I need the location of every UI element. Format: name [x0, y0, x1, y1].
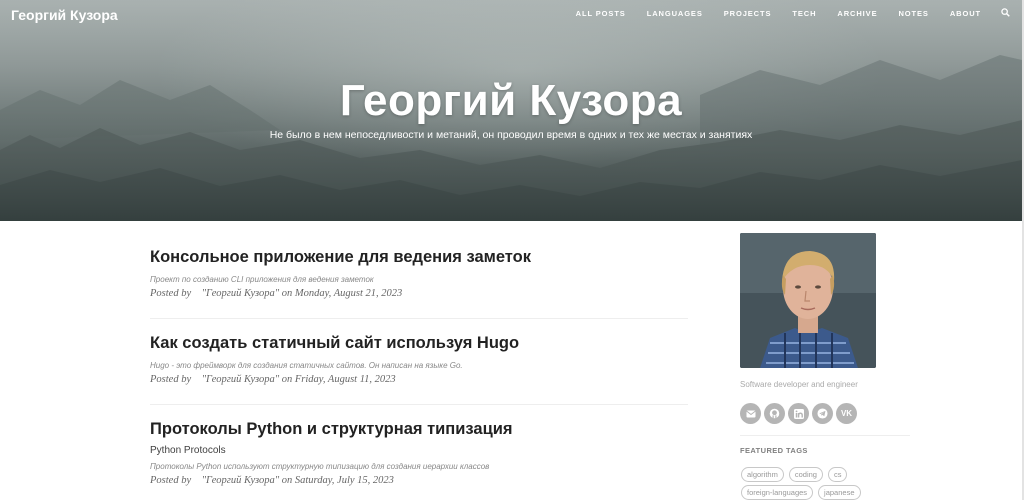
- vk-icon[interactable]: VK: [836, 403, 857, 424]
- post-meta: Posted by "Георгий Кузора" on Saturday, …: [150, 475, 688, 486]
- post-author: "Георгий Кузора": [201, 374, 280, 385]
- tag-coding[interactable]: coding: [788, 467, 823, 482]
- post-date: Monday, August 21, 2023: [294, 288, 403, 299]
- posted-by-label: Posted by: [150, 475, 192, 486]
- hero-header: Георгий Кузора ALL POSTS LANGUAGES PROJE…: [0, 0, 1022, 221]
- post-excerpt: Hugo - это фреймворк для создания статич…: [150, 361, 463, 370]
- posted-by-label: Posted by: [150, 374, 192, 385]
- post-author: "Георгий Кузора": [201, 288, 280, 299]
- post-date: Friday, August 11, 2023: [294, 374, 396, 385]
- post-excerpt: Протоколы Python используют структурную …: [150, 462, 490, 471]
- tag-cs[interactable]: cs: [827, 467, 848, 482]
- post-on-label: on: [281, 374, 293, 385]
- post-author: "Георгий Кузора": [201, 475, 280, 486]
- site-brand-link[interactable]: Георгий Кузора: [11, 7, 118, 23]
- author-avatar: [740, 233, 876, 368]
- email-icon[interactable]: [740, 403, 761, 424]
- post-date: Saturday, July 15, 2023: [294, 475, 394, 486]
- post-on-label: on: [281, 475, 293, 486]
- tag-foreign-languages[interactable]: foreign-languages: [741, 485, 814, 500]
- post-title-link[interactable]: Как создать статичный сайт используя Hug…: [150, 334, 688, 353]
- post-preview: Консольное приложение для ведения замето…: [150, 248, 688, 299]
- post-preview: Протоколы Python и структурная типизация…: [150, 420, 688, 486]
- post-subtitle: Python Protocols: [150, 445, 226, 456]
- post-excerpt: Проект по созданию CLI приложения для ве…: [150, 275, 374, 284]
- nav-archive[interactable]: ARCHIVE: [837, 9, 877, 18]
- nav-languages[interactable]: LANGUAGES: [647, 9, 703, 18]
- featured-tags-list: algorithm coding cs foreign-languages ja…: [741, 467, 916, 500]
- post-meta: Posted by "Георгий Кузора" on Friday, Au…: [150, 374, 688, 385]
- nav-about[interactable]: ABOUT: [950, 9, 981, 18]
- tag-algorithm[interactable]: algorithm: [741, 467, 784, 482]
- author-description: Software developer and engineer: [740, 380, 858, 389]
- sidebar-divider: [740, 435, 910, 436]
- posted-by-label: Posted by: [150, 288, 192, 299]
- author-photo: [740, 233, 876, 368]
- post-meta: Posted by "Георгий Кузора" on Monday, Au…: [150, 288, 688, 299]
- nav-notes[interactable]: NOTES: [898, 9, 928, 18]
- top-navbar: Георгий Кузора ALL POSTS LANGUAGES PROJE…: [0, 0, 1022, 28]
- nav-tech[interactable]: TECH: [792, 9, 816, 18]
- post-divider: [150, 318, 688, 319]
- post-divider: [150, 404, 688, 405]
- nav-links: ALL POSTS LANGUAGES PROJECTS TECH ARCHIV…: [576, 8, 1022, 18]
- social-links: VK: [740, 403, 860, 424]
- page-title: Георгий Кузора: [339, 76, 683, 125]
- telegram-icon[interactable]: [812, 403, 833, 424]
- nav-all-posts[interactable]: ALL POSTS: [576, 9, 626, 18]
- featured-tags-heading: FEATURED TAGS: [740, 446, 808, 455]
- page-subtitle: Не было в нем непоседливости и метаний, …: [269, 129, 753, 141]
- tag-japanese[interactable]: japanese: [818, 485, 861, 500]
- linkedin-icon[interactable]: [788, 403, 809, 424]
- post-on-label: on: [281, 288, 293, 299]
- post-title-link[interactable]: Протоколы Python и структурная типизация: [150, 420, 688, 439]
- github-icon[interactable]: [764, 403, 785, 424]
- post-title-link[interactable]: Консольное приложение для ведения замето…: [150, 248, 688, 267]
- nav-projects[interactable]: PROJECTS: [724, 9, 772, 18]
- post-preview: Как создать статичный сайт используя Hug…: [150, 334, 688, 385]
- search-icon[interactable]: [1001, 8, 1010, 17]
